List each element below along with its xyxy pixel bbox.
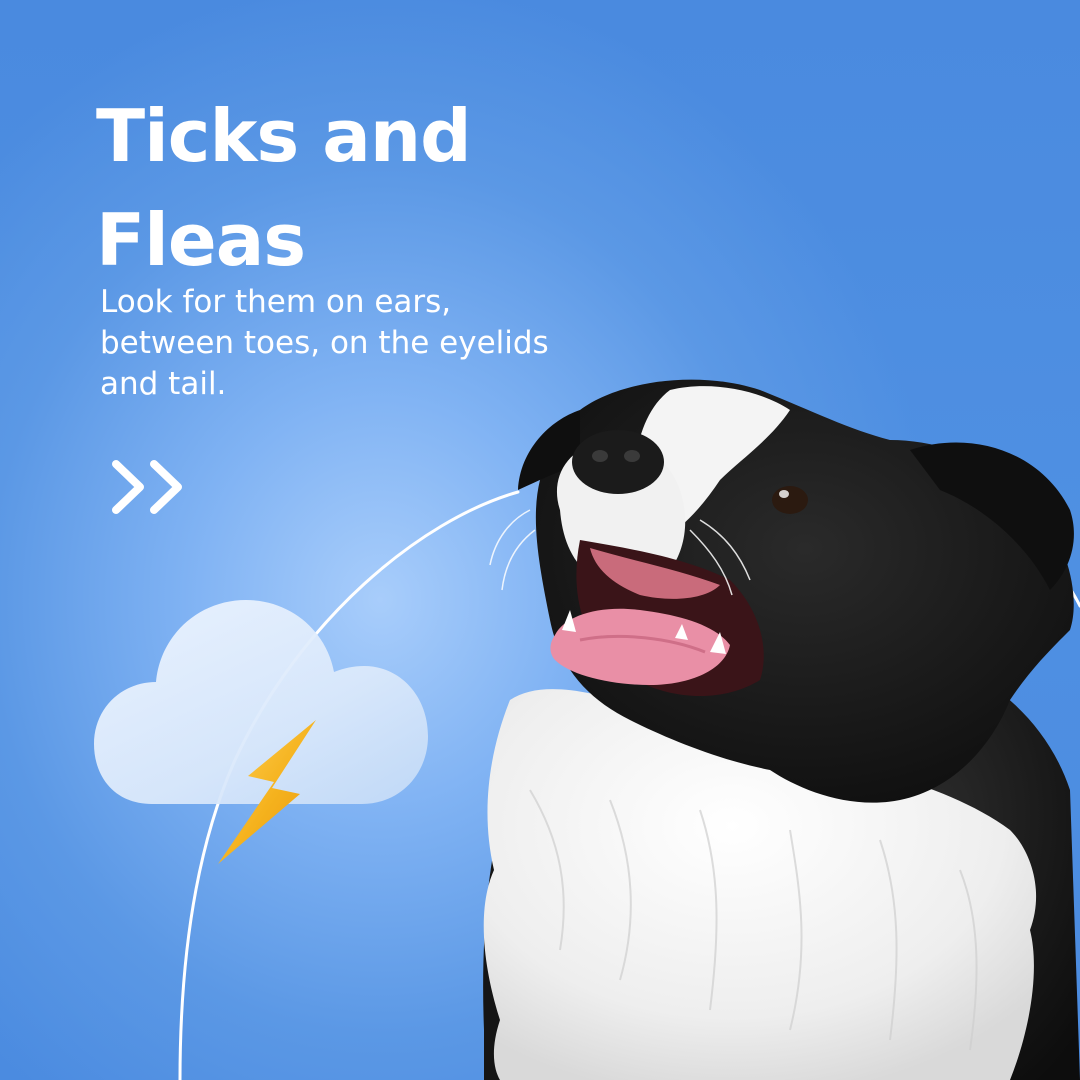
headline: Ticks and Fleas [96, 94, 472, 282]
double-chevron-right-icon[interactable] [110, 456, 190, 518]
dog-photo [483, 379, 1080, 1080]
lightning-bolt-icon [218, 720, 316, 864]
post-canvas: Ticks and Fleas Look for them on ears, b… [0, 0, 1080, 1080]
